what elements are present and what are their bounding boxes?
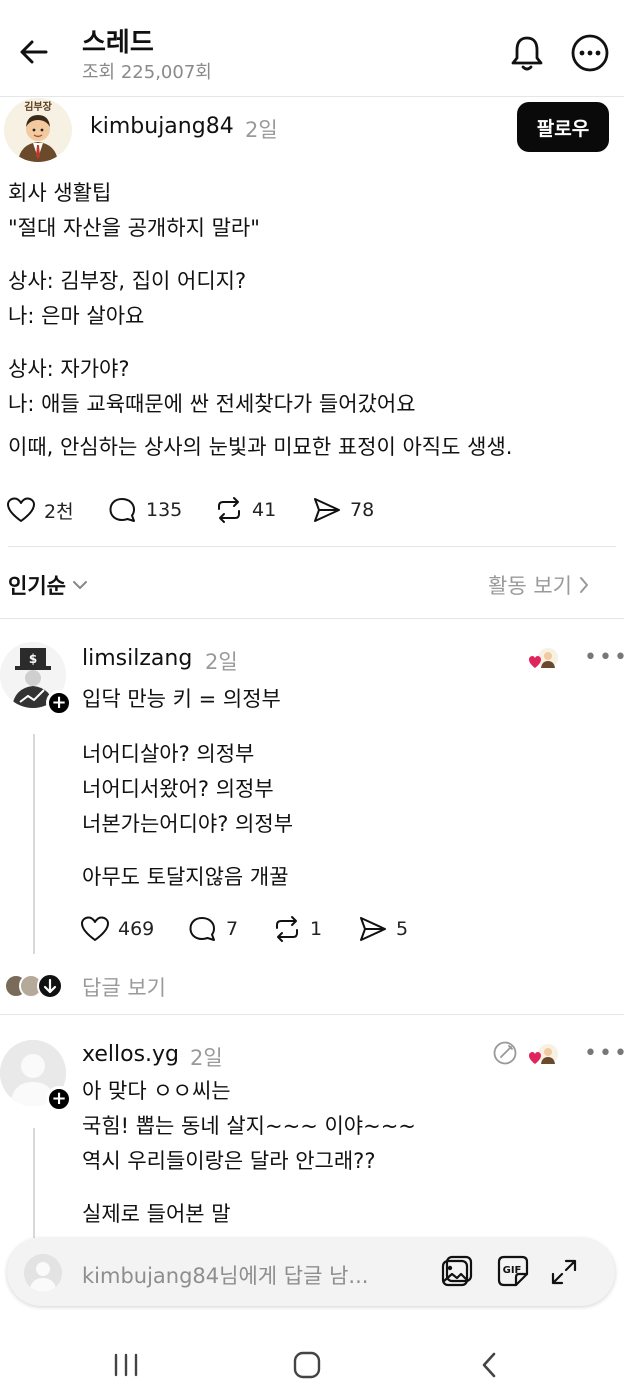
reply-line: 역시 우리들이랑은 달라 안그래?? [82, 1149, 376, 1173]
reply-time: 2일 [205, 650, 238, 674]
post-body: 회사 생활팁 "절대 자산을 공개하지 말라" 상사: 김부장, 집이 어디지?… [8, 176, 618, 465]
activity-label: 활동 보기 [488, 574, 572, 598]
reply-line: 아 맞다 ㅇㅇ씨는 [82, 1079, 231, 1103]
reply-line: 입닥 만능 키 = 의정부 [82, 687, 281, 711]
bell-icon [511, 36, 543, 71]
reply-repost-count: 1 [310, 918, 323, 940]
follow-plus-button[interactable]: + [46, 1086, 72, 1112]
follow-plus-button[interactable]: + [46, 690, 72, 716]
arrow-left-icon [20, 40, 48, 64]
reply-share-button[interactable]: 5 [358, 915, 408, 943]
svg-text:GIF: GIF [503, 1265, 522, 1276]
reply-avatars-stack[interactable] [4, 972, 66, 1000]
sort-label: 인기순 [8, 574, 66, 598]
heart-icon [7, 497, 35, 522]
thread-line [33, 734, 35, 954]
comment-icon [109, 498, 135, 522]
reply-line: 너본가는어디야? 의정부 [82, 812, 294, 836]
svg-text:$: $ [29, 652, 37, 666]
share-button[interactable]: 78 [312, 496, 374, 524]
expand-icon [551, 1259, 577, 1285]
post-line: 나: 은마 살아요 [8, 304, 145, 328]
reply-body: 입닥 만능 키 = 의정부 너어디살아? 의정부 너어디서왔어? 의정부 너본가… [82, 682, 602, 895]
reply-more-button[interactable]: ••• [584, 1041, 624, 1066]
reply-divider [0, 1014, 624, 1015]
comment-count: 135 [146, 499, 183, 521]
heart-icon [529, 656, 541, 668]
thread-line [33, 1128, 35, 1238]
sort-divider [0, 618, 624, 619]
follow-button[interactable]: 팔로우 [517, 102, 609, 152]
reply-username[interactable]: limsilzang [82, 646, 192, 671]
post-line: 회사 생활팁 [8, 181, 112, 205]
reply-comment-count: 7 [226, 918, 239, 940]
repost-icon [276, 916, 298, 942]
comment-button[interactable]: 135 [108, 496, 182, 524]
view-activity-link[interactable]: 활동 보기 [488, 570, 590, 600]
reply-repost-button[interactable]: 1 [272, 915, 322, 943]
page-title: 스레드 [82, 28, 154, 58]
author-liked-badge [528, 1042, 560, 1068]
gallery-button[interactable] [440, 1254, 474, 1288]
reply-line: 너어디서왔어? 의정부 [82, 777, 274, 801]
gif-icon: GIF [497, 1255, 529, 1287]
notifications-button[interactable] [508, 32, 546, 72]
post-line: 나: 애들 교육때문에 싼 전세찾다가 들어갔어요 [8, 392, 416, 416]
repost-count: 41 [252, 499, 277, 521]
post-line: "절대 자산을 공개하지 말라" [8, 216, 260, 240]
repost-icon [218, 497, 240, 523]
repost-button[interactable]: 41 [214, 496, 276, 524]
send-icon [360, 917, 386, 941]
more-circle-icon [571, 34, 609, 72]
composer-avatar [24, 1254, 62, 1292]
system-back-button[interactable] [478, 1350, 500, 1380]
post-divider [8, 546, 616, 547]
header-divider [0, 96, 624, 97]
gif-button[interactable]: GIF [496, 1254, 530, 1288]
reply-line: 아무도 토달지않음 개꿀 [82, 865, 289, 889]
back-button[interactable] [16, 34, 52, 70]
chevron-right-icon [579, 577, 588, 593]
home-icon [293, 1351, 321, 1379]
home-button[interactable] [292, 1350, 322, 1380]
heart-icon [529, 1052, 541, 1064]
post-line: 이때, 안심하는 상사의 눈빛과 미묘한 표정이 아직도 생생. [8, 435, 513, 459]
expand-button[interactable] [550, 1258, 578, 1286]
send-icon [314, 498, 340, 522]
reply-share-count: 5 [396, 918, 409, 940]
comment-icon [189, 917, 215, 941]
avatar-caption: 김부장 [24, 102, 52, 113]
post-line: 상사: 자가야? [8, 357, 130, 381]
recent-apps-icon [114, 1353, 138, 1377]
like-count: 2천 [44, 500, 74, 523]
chevron-left-icon [482, 1352, 496, 1378]
post-time: 2일 [245, 118, 278, 142]
reply-username[interactable]: xellos.yg [82, 1042, 179, 1067]
reply-line: 너어디살아? 의정부 [82, 742, 255, 766]
author-username[interactable]: kimbujang84 [90, 114, 234, 139]
share-count: 78 [350, 499, 375, 521]
recent-apps-button[interactable] [112, 1352, 140, 1378]
author-liked-badge [528, 646, 560, 672]
heart-icon [81, 916, 109, 941]
reply-line: 국힘! 뽑는 동네 살지~~~ 이야~~~ [82, 1114, 416, 1138]
sort-dropdown[interactable]: 인기순 [8, 570, 88, 600]
more-options-button[interactable] [570, 33, 610, 73]
reply-like-count: 469 [118, 918, 155, 940]
author-avatar[interactable]: 김부장 [4, 98, 72, 162]
reply-more-button[interactable]: ••• [584, 645, 624, 670]
edited-icon [492, 1040, 518, 1066]
post-line: 상사: 김부장, 집이 어디지? [8, 269, 247, 293]
reply-comment-button[interactable]: 7 [188, 915, 238, 943]
chevron-down-icon [72, 581, 87, 589]
reply-body: 아 맞다 ㅇㅇ씨는 국힘! 뽑는 동네 살지~~~ 이야~~~ 역시 우리들이랑… [82, 1074, 602, 1232]
reply-input[interactable]: kimbujang84님에게 답글 남... [82, 1260, 368, 1290]
reply-like-button[interactable]: 469 [80, 915, 154, 943]
reply-line: 실제로 들어본 말 [82, 1202, 231, 1226]
view-replies-link[interactable]: 답글 보기 [82, 972, 166, 1002]
gallery-icon [441, 1255, 473, 1287]
like-button[interactable]: 2천 [6, 496, 74, 524]
view-count: 조회 225,007회 [82, 62, 212, 83]
reply-time: 2일 [190, 1046, 223, 1070]
